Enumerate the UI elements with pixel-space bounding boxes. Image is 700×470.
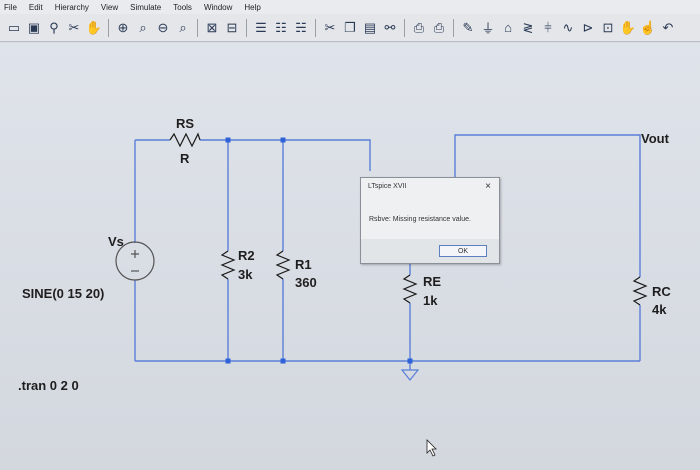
zoom-in-icon[interactable]: ⊕ [115, 19, 131, 37]
toolbar-separator [315, 18, 316, 37]
dialog-title: LTspice XVII [368, 183, 407, 190]
junction-dot [280, 137, 286, 143]
resistor-rs [169, 132, 201, 148]
dialog-message: Rsbve: Missing resistance value. [369, 216, 471, 223]
capacitor-icon[interactable]: ⫩ [540, 19, 556, 37]
r1-value-label: 360 [295, 275, 317, 290]
component-library-icon[interactable]: ⊡ [600, 19, 616, 37]
ground-icon[interactable]: ⏚ [480, 19, 496, 37]
resistor-re [402, 274, 418, 304]
resistor-icon[interactable]: ≷ [520, 19, 536, 37]
diode-icon[interactable]: ⊳ [580, 19, 596, 37]
menu-help[interactable]: Help [244, 3, 260, 12]
hand-icon[interactable]: ✋ [86, 19, 102, 37]
junction-dot [225, 137, 231, 143]
find-icon[interactable]: ⚯ [382, 19, 398, 37]
toolbar-separator [197, 18, 198, 37]
ground-symbol [400, 369, 420, 381]
vs-value-label: SINE(0 15 20) [22, 286, 104, 301]
rs-value-label: R [180, 151, 190, 166]
ok-button[interactable]: OK [439, 245, 487, 257]
layout-icon[interactable]: ☵ [293, 19, 309, 37]
drag-icon[interactable]: ☝ [640, 19, 656, 37]
menu-bar: File Edit Hierarchy View Simulate Tools … [0, 0, 700, 14]
rs-name-label: RS [176, 116, 194, 131]
rc-value-label: 4k [652, 302, 667, 317]
rc-name-label: RC [652, 284, 671, 299]
junction-dot [407, 358, 413, 364]
undo-icon[interactable]: ↶ [660, 19, 676, 37]
zoom-area-icon[interactable]: ⌕ [135, 19, 151, 37]
open-icon[interactable]: ▭ [6, 19, 22, 37]
tile-icon[interactable]: ☰ [253, 19, 269, 37]
schematic-canvas[interactable]: RS R Vs SINE(0 15 20) .tran 0 2 0 R2 3k … [0, 43, 700, 470]
tran-directive: .tran 0 2 0 [18, 378, 79, 393]
r2-value-label: 3k [238, 267, 253, 282]
pencil-icon[interactable]: ✎ [460, 19, 476, 37]
print-setup-icon[interactable]: ⎙ [411, 19, 427, 37]
toolbar-separator [246, 18, 247, 37]
close-icon[interactable]: × [485, 181, 491, 192]
zoom-fit-icon[interactable]: ⌕ [175, 19, 191, 37]
menu-file[interactable]: File [4, 3, 17, 12]
menu-window[interactable]: Window [204, 3, 232, 12]
menu-simulate[interactable]: Simulate [130, 3, 161, 12]
split-icon[interactable]: ⊟ [224, 19, 240, 37]
menu-tools[interactable]: Tools [173, 3, 192, 12]
toolbar-separator [453, 18, 454, 37]
error-dialog: LTspice XVII × Rsbve: Missing resistance… [360, 177, 500, 264]
copy-icon[interactable]: ❐ [342, 19, 358, 37]
resistor-r1 [275, 250, 291, 280]
component-icon[interactable]: ⚲ [46, 19, 62, 37]
r2-name-label: R2 [238, 248, 255, 263]
schematic-drawing: RS R Vs SINE(0 15 20) .tran 0 2 0 R2 3k … [18, 116, 671, 457]
resistor-r2 [220, 250, 236, 280]
re-name-label: RE [423, 274, 441, 289]
vout-net-label: Vout [641, 131, 670, 146]
print-icon[interactable]: ⎙ [431, 19, 447, 37]
resistor-rc [632, 276, 648, 306]
vs-name-label: Vs [108, 234, 124, 249]
autorange-icon[interactable]: ⊠ [204, 19, 220, 37]
dialog-footer: OK [361, 239, 499, 263]
menu-edit[interactable]: Edit [29, 3, 43, 12]
label-icon[interactable]: ⌂ [500, 19, 516, 37]
mouse-cursor-icon [426, 439, 437, 457]
tools-icon[interactable]: ✂ [66, 19, 82, 37]
move-icon[interactable]: ✋ [620, 19, 636, 37]
junction-dot [225, 358, 231, 364]
re-value-label: 1k [423, 293, 438, 308]
toolbar-separator [108, 18, 109, 37]
cascade-icon[interactable]: ☷ [273, 19, 289, 37]
menu-view[interactable]: View [101, 3, 118, 12]
cut-icon[interactable]: ✂ [322, 19, 338, 37]
menu-hierarchy[interactable]: Hierarchy [55, 3, 89, 12]
inductor-icon[interactable]: ∿ [560, 19, 576, 37]
toolbar: ▭ ▣ ⚲ ✂ ✋ ⊕ ⌕ ⊖ ⌕ ⊠ ⊟ ☰ ☷ ☵ ✂ ❐ ▤ ⚯ ⎙ ⎙ … [0, 14, 700, 42]
save-icon[interactable]: ▣ [26, 19, 42, 37]
zoom-out-icon[interactable]: ⊖ [155, 19, 171, 37]
toolbar-separator [404, 18, 405, 37]
paste-icon[interactable]: ▤ [362, 19, 378, 37]
junction-dot [280, 358, 286, 364]
r1-name-label: R1 [295, 257, 312, 272]
